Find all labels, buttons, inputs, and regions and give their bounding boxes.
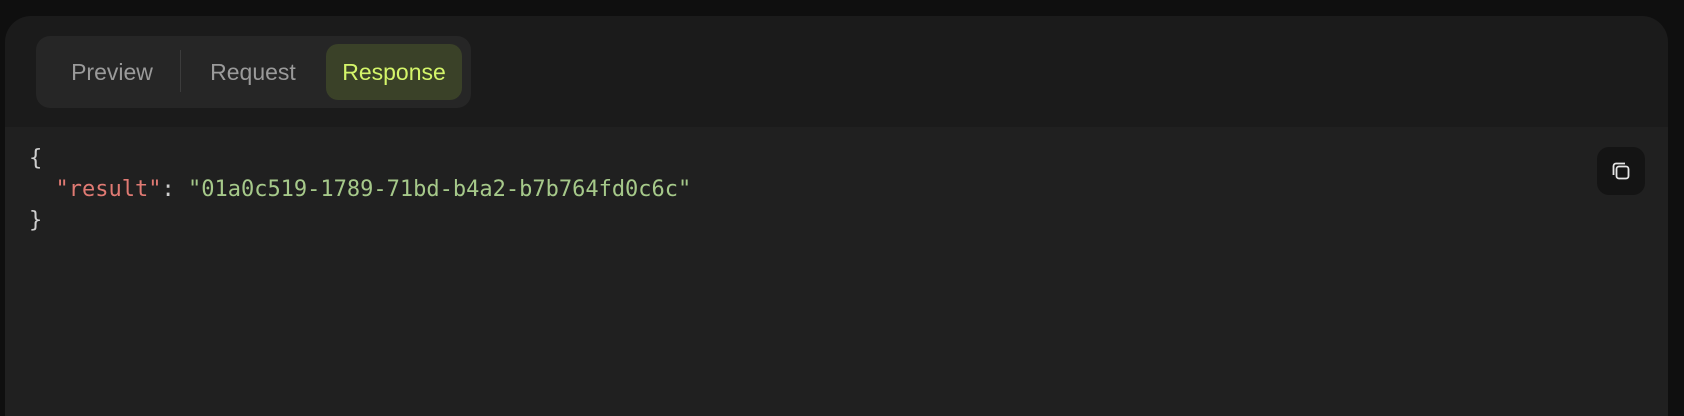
- json-open-brace: {: [29, 146, 43, 171]
- response-panel: Preview Request Response { "result": "01…: [5, 16, 1668, 416]
- json-value-result: "01a0c519-1789-71bd-b4a2-b7b764fd0c6c": [187, 177, 692, 202]
- json-key-result: "result": [55, 177, 162, 202]
- tab-request[interactable]: Request: [198, 44, 308, 100]
- tab-response[interactable]: Response: [326, 44, 462, 100]
- json-close-brace: }: [29, 208, 43, 233]
- json-colon: :: [161, 177, 188, 202]
- copy-button[interactable]: [1597, 147, 1645, 195]
- copy-icon: [1612, 162, 1630, 180]
- tab-divider: [180, 50, 181, 92]
- json-viewer: { "result": "01a0c519-1789-71bd-b4a2-b7b…: [29, 143, 691, 236]
- tab-preview[interactable]: Preview: [54, 44, 170, 100]
- response-body: { "result": "01a0c519-1789-71bd-b4a2-b7b…: [5, 127, 1668, 416]
- tab-bar: Preview Request Response: [36, 36, 471, 108]
